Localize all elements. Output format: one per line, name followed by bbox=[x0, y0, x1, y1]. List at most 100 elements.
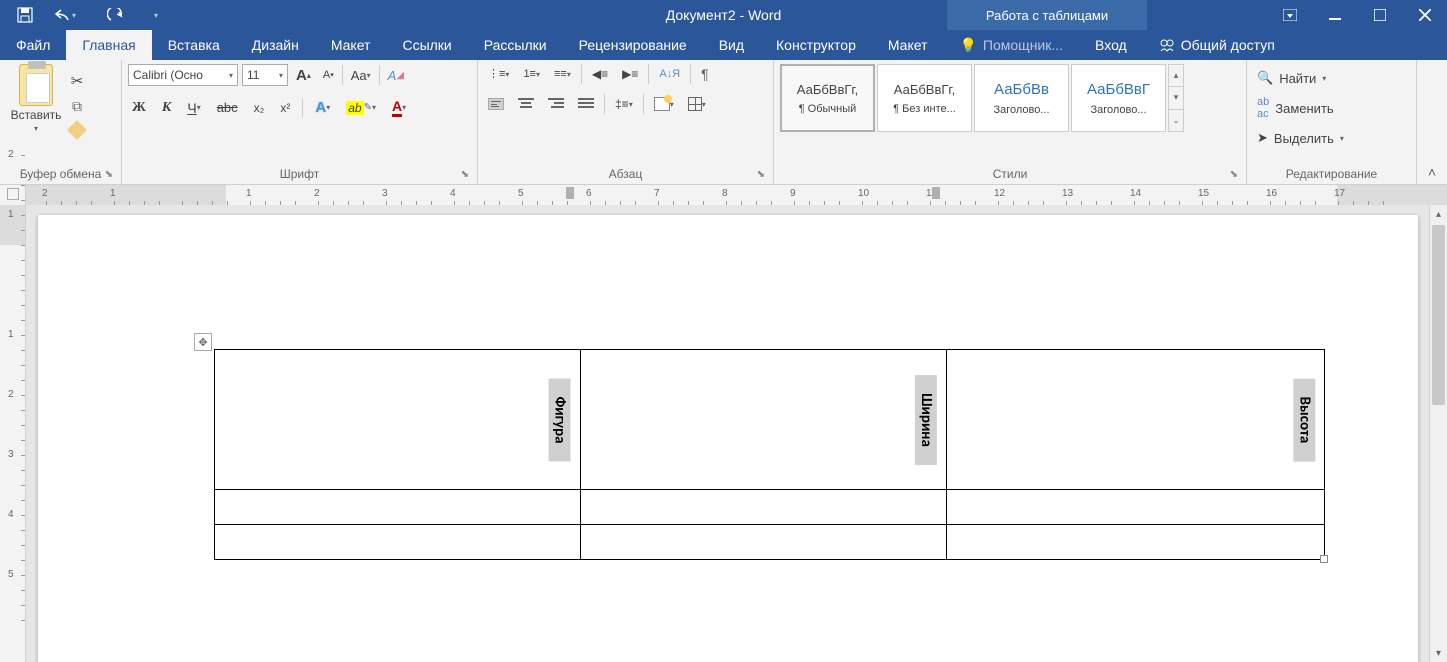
chevron-down-icon: ▾ bbox=[702, 100, 706, 109]
page[interactable]: ✥ ФигураШиринаВысота bbox=[38, 215, 1418, 662]
font-launcher[interactable]: ⬊ bbox=[461, 169, 469, 180]
clear-formatting-button[interactable]: A◢ bbox=[384, 66, 408, 85]
change-case-button[interactable]: Aa▾ bbox=[347, 66, 375, 85]
tab-design[interactable]: Дизайн bbox=[236, 30, 315, 60]
qat-customize-button[interactable]: ▾ bbox=[144, 0, 174, 30]
document-table[interactable]: ФигураШиринаВысота bbox=[214, 349, 1325, 560]
vertical-scrollbar[interactable]: ▴ ▾ bbox=[1429, 205, 1447, 662]
shading-button[interactable]: ▾ bbox=[650, 95, 678, 113]
font-name-combo[interactable]: Calibri (Осно▾ bbox=[128, 64, 238, 86]
align-right-button[interactable] bbox=[544, 96, 568, 112]
styles-scroll-down[interactable]: ▾ bbox=[1169, 87, 1183, 109]
table-cell[interactable] bbox=[581, 490, 947, 525]
document-canvas[interactable]: ✥ ФигураШиринаВысота bbox=[26, 205, 1447, 662]
subscript-button[interactable]: x₂ bbox=[250, 99, 269, 117]
tab-view[interactable]: Вид bbox=[703, 30, 760, 60]
table-header-cell[interactable]: Высота bbox=[947, 350, 1325, 490]
chevron-down-icon[interactable]: ▾ bbox=[72, 11, 82, 20]
save-button[interactable] bbox=[10, 0, 40, 30]
scroll-thumb[interactable] bbox=[1432, 225, 1445, 405]
italic-button[interactable]: К bbox=[158, 98, 176, 118]
clipboard-launcher[interactable]: ⬊ bbox=[105, 169, 113, 180]
bold-button[interactable]: Ж bbox=[128, 98, 150, 118]
sort-icon: А↓Я bbox=[659, 68, 680, 80]
font-size-combo[interactable]: 11▾ bbox=[242, 64, 288, 86]
table-cell[interactable] bbox=[581, 525, 947, 560]
ruler-column-marker[interactable] bbox=[566, 187, 574, 199]
justify-button[interactable] bbox=[574, 96, 598, 112]
align-left-button[interactable] bbox=[484, 96, 508, 112]
cut-button[interactable]: ✂ bbox=[66, 70, 88, 92]
tab-table-layout[interactable]: Макет bbox=[872, 30, 944, 60]
table-move-handle[interactable]: ✥ bbox=[194, 333, 212, 351]
styles-expand[interactable]: ⌄ bbox=[1169, 110, 1183, 131]
styles-launcher[interactable]: ⬊ bbox=[1230, 169, 1238, 180]
table-cell[interactable] bbox=[947, 490, 1325, 525]
style-heading1[interactable]: АаБбВвЗаголово... bbox=[974, 64, 1069, 132]
justify-icon bbox=[578, 98, 594, 110]
vertical-ruler[interactable]: 2112345 bbox=[0, 205, 26, 662]
copy-button[interactable]: ⧉ bbox=[66, 96, 88, 117]
increase-indent-button[interactable]: ▶≡ bbox=[618, 65, 642, 83]
style-no-spacing[interactable]: АаБбВвГг,¶ Без инте... bbox=[877, 64, 972, 132]
styles-gallery[interactable]: АаБбВвГг,¶ Обычный АаБбВвГг,¶ Без инте..… bbox=[780, 64, 1184, 132]
strikethrough-button[interactable]: abc bbox=[213, 98, 242, 117]
style-normal[interactable]: АаБбВвГг,¶ Обычный bbox=[780, 64, 875, 132]
collapse-ribbon-button[interactable]: ˄ bbox=[1417, 60, 1447, 184]
replace-button[interactable]: abacЗаменить bbox=[1253, 94, 1338, 122]
tab-layout[interactable]: Макет bbox=[315, 30, 387, 60]
tab-home[interactable]: Главная bbox=[66, 30, 151, 60]
decrease-indent-button[interactable]: ◀≡ bbox=[588, 65, 612, 83]
scroll-up-button[interactable]: ▴ bbox=[1430, 205, 1447, 223]
shrink-font-button[interactable]: A▾ bbox=[319, 67, 338, 83]
grow-font-button[interactable]: A▴ bbox=[292, 65, 315, 86]
style-heading2[interactable]: АаБбВвГЗаголово... bbox=[1071, 64, 1166, 132]
table-cell[interactable] bbox=[947, 525, 1325, 560]
numbering-button[interactable]: 1≡▾ bbox=[519, 67, 544, 82]
tab-references[interactable]: Ссылки bbox=[386, 30, 467, 60]
close-button[interactable] bbox=[1402, 0, 1447, 30]
redo-button[interactable] bbox=[96, 0, 136, 30]
scroll-down-button[interactable]: ▾ bbox=[1430, 644, 1447, 662]
sign-in-button[interactable]: Вход bbox=[1079, 30, 1143, 60]
sort-button[interactable]: А↓Я bbox=[655, 66, 684, 82]
horizontal-ruler[interactable]: 211234567891011121314151617 bbox=[26, 185, 1447, 205]
replace-label: Заменить bbox=[1275, 101, 1333, 116]
share-button[interactable]: Общий доступ bbox=[1143, 30, 1291, 60]
align-center-button[interactable] bbox=[514, 96, 538, 112]
table-resize-handle[interactable] bbox=[1320, 555, 1328, 563]
show-marks-button[interactable]: ¶ bbox=[697, 64, 713, 84]
tab-review[interactable]: Рецензирование bbox=[563, 30, 703, 60]
styles-scroll-up[interactable]: ▴ bbox=[1169, 65, 1183, 87]
pilcrow-icon: ¶ bbox=[701, 66, 709, 82]
line-spacing-button[interactable]: ‡≡▾ bbox=[611, 95, 637, 113]
multilevel-button[interactable]: ≡≡▾ bbox=[550, 67, 575, 82]
underline-button[interactable]: Ч▾ bbox=[183, 98, 204, 118]
ribbon-display-button[interactable] bbox=[1267, 0, 1312, 30]
font-color-button[interactable]: A▾ bbox=[388, 96, 410, 119]
highlight-button[interactable]: ab✎▾ bbox=[342, 99, 380, 117]
table-cell[interactable] bbox=[215, 490, 581, 525]
tab-insert[interactable]: Вставка bbox=[152, 30, 236, 60]
table-header-cell[interactable]: Фигура bbox=[215, 350, 581, 490]
undo-button[interactable]: ▾ bbox=[48, 0, 88, 30]
table-cell[interactable] bbox=[215, 525, 581, 560]
tell-me-button[interactable]: 💡Помощник... bbox=[943, 30, 1079, 60]
table-header-cell[interactable]: Ширина bbox=[581, 350, 947, 490]
bullets-button[interactable]: ⋮≡▾ bbox=[484, 67, 513, 82]
tab-table-design[interactable]: Конструктор bbox=[760, 30, 872, 60]
paste-button[interactable]: Вставить ▾ bbox=[6, 64, 66, 133]
select-button[interactable]: ➤Выделить▾ bbox=[1253, 128, 1348, 148]
tab-mailings[interactable]: Рассылки bbox=[468, 30, 563, 60]
format-painter-button[interactable] bbox=[66, 121, 88, 139]
maximize-button[interactable] bbox=[1357, 0, 1402, 30]
tab-file[interactable]: Файл bbox=[0, 30, 66, 60]
paragraph-launcher[interactable]: ⬊ bbox=[757, 169, 765, 180]
superscript-button[interactable]: x² bbox=[276, 99, 294, 117]
text-effects-button[interactable]: A▾ bbox=[311, 97, 334, 118]
ruler-column-marker[interactable] bbox=[932, 187, 940, 199]
borders-button[interactable]: ▾ bbox=[684, 95, 710, 113]
close-icon bbox=[1419, 9, 1431, 21]
minimize-button[interactable] bbox=[1312, 0, 1357, 30]
find-button[interactable]: 🔍Найти▾ bbox=[1253, 68, 1330, 88]
